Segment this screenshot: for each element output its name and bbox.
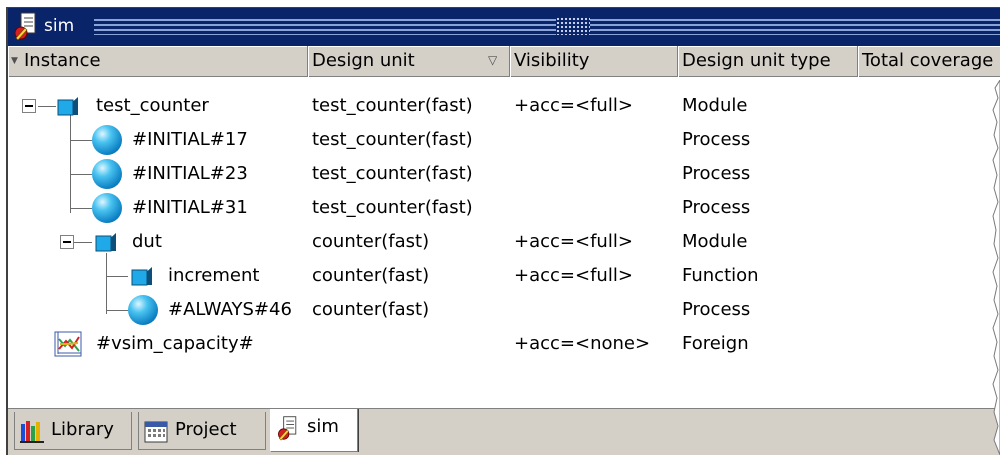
visibility: +acc=<full> — [514, 265, 633, 286]
process-icon — [92, 193, 122, 223]
module-icon — [57, 97, 78, 116]
title-bar[interactable]: sim — [8, 8, 1000, 46]
instance-name: increment — [168, 265, 260, 286]
collapse-icon[interactable] — [22, 99, 36, 113]
title-bar-lines — [94, 19, 1000, 35]
tab-sim[interactable]: sim — [270, 409, 358, 452]
tree-row[interactable]: #vsim_capacity# +acc=<none> Foreign — [8, 327, 1000, 361]
instance-name: #INITIAL#17 — [132, 129, 248, 150]
sim-tab-icon — [14, 12, 36, 41]
foreign-icon — [54, 331, 82, 357]
tab-project-label: Project — [175, 419, 237, 440]
column-design-unit-label: Design unit — [312, 50, 415, 71]
design-unit-type: Module — [682, 231, 748, 252]
tab-sim-label: sim — [307, 416, 339, 437]
design-unit: counter(fast) — [312, 299, 430, 320]
visibility: +acc=<full> — [514, 95, 633, 116]
column-instance-label: Instance — [24, 50, 101, 71]
tab-library-label: Library — [51, 419, 114, 440]
tab-project[interactable]: Project — [138, 412, 266, 450]
column-total-coverage[interactable]: Total coverage — [858, 46, 1000, 77]
instance-tree: test_counter test_counter(fast) +acc=<fu… — [8, 78, 1000, 408]
column-design-unit-type-label: Design unit type — [682, 50, 831, 71]
design-unit: test_counter(fast) — [312, 129, 473, 150]
process-icon — [92, 125, 122, 155]
tree-row[interactable]: #INITIAL#31 test_counter(fast) Process — [8, 191, 1000, 225]
process-icon — [128, 295, 158, 325]
sim-icon — [278, 416, 297, 441]
tree-row[interactable]: test_counter test_counter(fast) +acc=<fu… — [8, 89, 1000, 123]
sim-window: sim ▼ Instance Design unit ▽ Visibility … — [6, 7, 1000, 455]
library-icon — [20, 421, 44, 443]
tab-library[interactable]: Library — [14, 412, 132, 450]
collapse-icon[interactable] — [60, 235, 74, 249]
design-unit: counter(fast) — [312, 265, 430, 286]
visibility: +acc=<none> — [514, 333, 651, 354]
design-unit-type: Process — [682, 299, 751, 320]
instance-name: #INITIAL#31 — [132, 197, 248, 218]
design-unit-type: Process — [682, 163, 751, 184]
tree-row[interactable]: #INITIAL#17 test_counter(fast) Process — [8, 123, 1000, 157]
instance-name: #INITIAL#23 — [132, 163, 248, 184]
tab-bar: Library Project sim — [8, 408, 1000, 455]
design-unit-type: Function — [682, 265, 759, 286]
visibility: +acc=<full> — [514, 231, 633, 252]
module-icon — [95, 233, 116, 252]
torn-edge — [992, 80, 1000, 455]
instance-name: dut — [132, 231, 162, 252]
tree-row[interactable]: #ALWAYS#46 counter(fast) Process — [8, 293, 1000, 327]
column-total-coverage-label: Total coverage — [862, 50, 994, 71]
column-instance[interactable]: ▼ Instance — [8, 46, 308, 77]
function-icon — [131, 267, 152, 286]
tree-row[interactable]: #INITIAL#23 test_counter(fast) Process — [8, 157, 1000, 191]
drag-grip-icon[interactable] — [556, 17, 590, 35]
column-visibility-label: Visibility — [514, 50, 590, 71]
instance-name: #vsim_capacity# — [96, 333, 254, 354]
column-visibility[interactable]: Visibility — [510, 46, 678, 77]
design-unit-type: Process — [682, 129, 751, 150]
sort-arrow-icon: ▽ — [488, 53, 498, 67]
design-unit: counter(fast) — [312, 231, 430, 252]
design-unit-type: Foreign — [682, 333, 749, 354]
instance-name: test_counter — [96, 95, 209, 116]
design-unit-type: Module — [682, 95, 748, 116]
tree-row[interactable]: dut counter(fast) +acc=<full> Module — [8, 225, 1000, 259]
design-unit-type: Process — [682, 197, 751, 218]
column-header: ▼ Instance Design unit ▽ Visibility Desi… — [8, 46, 1000, 77]
window-title: sim — [44, 16, 75, 36]
design-unit: test_counter(fast) — [312, 197, 473, 218]
column-menu-arrow-icon[interactable]: ▼ — [11, 47, 18, 76]
column-design-unit[interactable]: Design unit ▽ — [308, 46, 510, 77]
tree-row[interactable]: increment counter(fast) +acc=<full> Func… — [8, 259, 1000, 293]
design-unit: test_counter(fast) — [312, 163, 473, 184]
column-design-unit-type[interactable]: Design unit type — [678, 46, 858, 77]
project-icon — [144, 421, 168, 443]
process-icon — [92, 159, 122, 189]
instance-name: #ALWAYS#46 — [168, 299, 292, 320]
design-unit: test_counter(fast) — [312, 95, 473, 116]
